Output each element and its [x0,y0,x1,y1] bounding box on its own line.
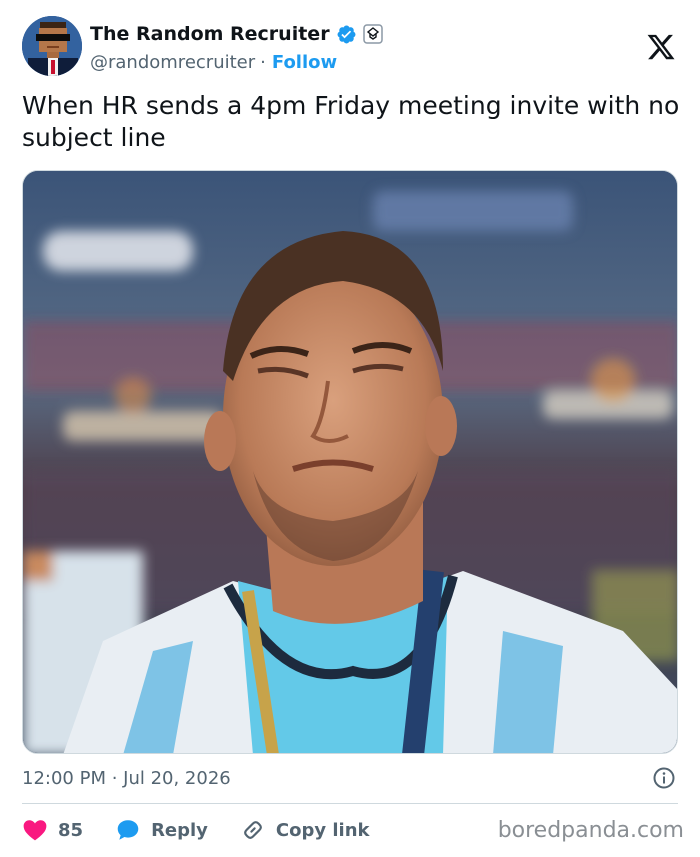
tweet-text: When HR sends a 4pm Friday meeting invit… [22,91,680,152]
like-button[interactable]: 85 [22,817,83,843]
tweet-header: The Random Recruiter @randomrecruiter · … [22,16,682,80]
copy-link-label: Copy link [275,819,370,841]
author-display-name[interactable]: The Random Recruiter [90,23,330,45]
timestamp[interactable]: 12:00 PM · Jul 20, 2026 [22,768,231,789]
x-logo-icon[interactable] [646,32,676,62]
verified-badge-icon [336,24,357,45]
reply-label: Reply [151,819,208,841]
watermark: boredpanda.com [497,818,684,843]
tweet-card: The Random Recruiter @randomrecruiter · … [0,0,700,857]
affiliate-icon[interactable] [362,24,383,44]
author-handle-row: @randomrecruiter · Follow [90,50,337,74]
info-icon[interactable] [652,766,676,790]
heart-icon [23,820,47,841]
avatar[interactable] [22,16,82,76]
copy-link-button[interactable]: Copy link [240,817,370,843]
link-icon [243,821,262,839]
follow-button[interactable]: Follow [272,52,337,73]
tweet-media-image[interactable] [22,170,678,754]
separator-dot: · [260,51,266,73]
divider [22,803,678,804]
reply-bubble-icon [117,820,139,840]
timestamp-row: 12:00 PM · Jul 20, 2026 [22,764,678,792]
author-name-row: The Random Recruiter [90,22,383,46]
author-handle[interactable]: @randomrecruiter [90,52,255,73]
reply-button[interactable]: Reply [115,817,208,843]
like-count: 85 [58,819,84,841]
